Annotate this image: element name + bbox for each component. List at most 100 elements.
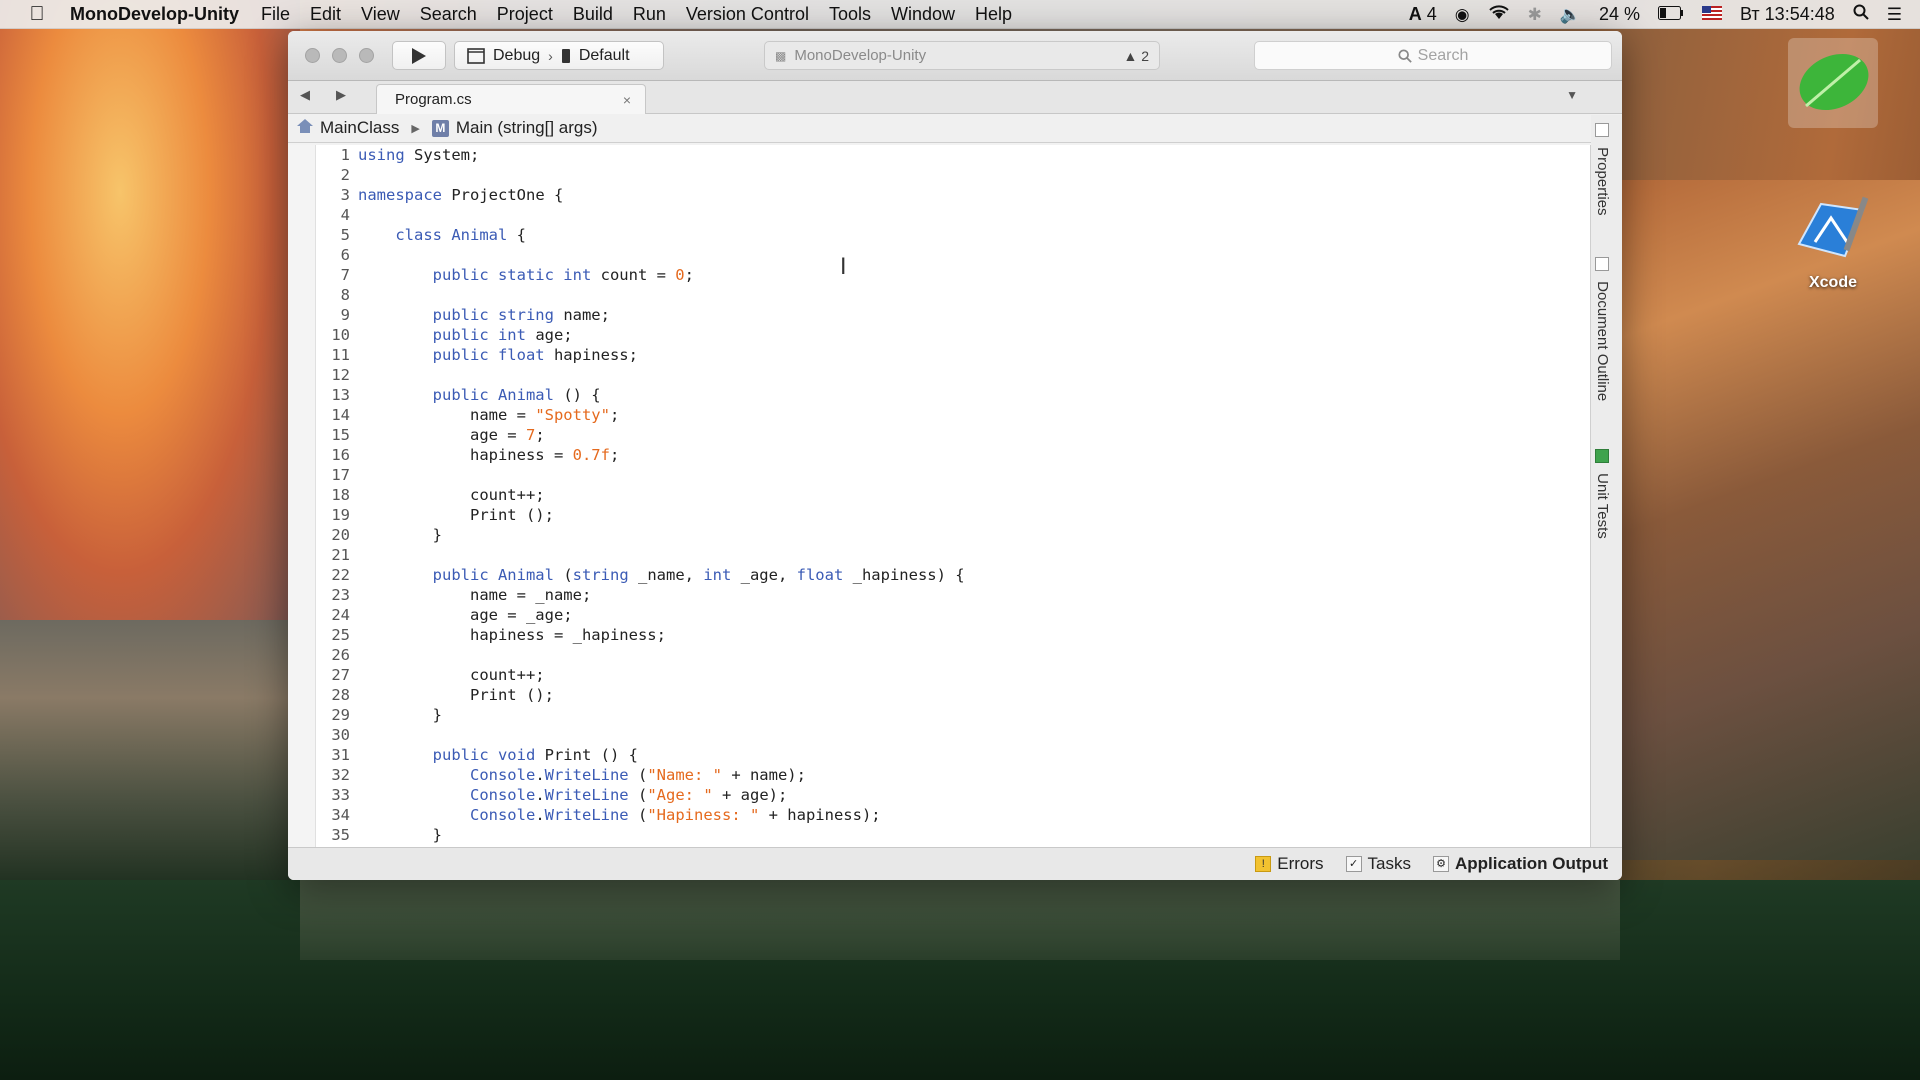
code-editor[interactable]: 1 using System; 2 3 namespace ProjectOne {4 5… bbox=[288, 145, 1591, 847]
menu-project[interactable]: Project bbox=[497, 4, 553, 25]
code-line[interactable]: 8 bbox=[316, 285, 965, 305]
close-icon[interactable]: × bbox=[623, 92, 631, 108]
search-input[interactable]: Search bbox=[1254, 41, 1612, 70]
tab-document-outline[interactable]: Document Outline bbox=[1594, 257, 1611, 401]
tab-program-cs[interactable]: Program.cs × bbox=[376, 84, 646, 114]
breadcrumb-class[interactable]: MainClass bbox=[320, 118, 399, 138]
spotlight-icon[interactable] bbox=[1853, 4, 1869, 25]
code-token: { bbox=[507, 226, 527, 244]
code-line[interactable]: 35 } bbox=[316, 825, 965, 845]
bluetooth-icon[interactable]: ✱ bbox=[1528, 5, 1542, 25]
code-line[interactable]: 15 age = 7; bbox=[316, 425, 965, 445]
menu-build[interactable]: Build bbox=[573, 4, 613, 25]
wifi-icon[interactable] bbox=[1488, 4, 1510, 25]
code-token: _age, bbox=[731, 566, 797, 584]
code-line[interactable]: 11 public float hapiness; bbox=[316, 345, 965, 365]
code-area[interactable]: 1 using System; 2 3 namespace ProjectOne {4 5… bbox=[316, 145, 965, 845]
notification-status[interactable]: A 4 bbox=[1409, 4, 1437, 25]
code-token: public string bbox=[432, 306, 554, 324]
zoom-window-button[interactable] bbox=[359, 48, 374, 63]
code-line[interactable]: 22 public Animal (string _name, int _age… bbox=[316, 565, 964, 585]
code-line[interactable]: 16 hapiness = 0.7f; bbox=[316, 445, 965, 465]
code-line[interactable]: 1 using System; bbox=[316, 145, 965, 165]
menu-view[interactable]: View bbox=[361, 4, 400, 25]
line-number: 26 bbox=[331, 646, 350, 664]
menu-file[interactable]: File bbox=[261, 4, 290, 25]
line-number: 33 bbox=[331, 786, 350, 804]
code-line[interactable]: 14 name = "Spotty"; bbox=[316, 405, 965, 425]
tab-unit-tests[interactable]: Unit Tests bbox=[1594, 449, 1611, 539]
apple-icon[interactable]:  bbox=[26, 3, 48, 25]
menu-app-name[interactable]: MonoDevelop-Unity bbox=[70, 4, 239, 25]
errors-label: Errors bbox=[1277, 854, 1324, 873]
code-line[interactable]: 4 bbox=[316, 205, 965, 225]
code-line[interactable]: 27 count++; bbox=[316, 665, 965, 685]
list-icon[interactable]: ☰ bbox=[1887, 5, 1902, 25]
line-number: 35 bbox=[331, 826, 350, 844]
menu-run[interactable]: Run bbox=[633, 4, 666, 25]
flag-icon[interactable] bbox=[1702, 4, 1723, 25]
code-line[interactable]: 7 public static int count = 0; bbox=[316, 265, 965, 285]
menu-help[interactable]: Help bbox=[975, 4, 1012, 25]
volume-icon[interactable]: 🔈 bbox=[1560, 5, 1581, 25]
line-number: 30 bbox=[331, 726, 350, 744]
code-line[interactable]: 2 bbox=[316, 165, 965, 185]
code-line[interactable]: 17 bbox=[316, 465, 965, 485]
code-line[interactable]: 28 Print (); bbox=[316, 685, 965, 705]
code-line[interactable]: 13 public Animal () { bbox=[316, 385, 965, 405]
side-panel: Properties Document Outline Unit Tests bbox=[1591, 115, 1622, 847]
code-line[interactable]: 21 bbox=[316, 545, 965, 565]
menu-window[interactable]: Window bbox=[891, 4, 955, 25]
code-line[interactable]: 32 Console. WriteLine ("Name: " + name); bbox=[316, 765, 965, 785]
menu-tools[interactable]: Tools bbox=[829, 4, 871, 25]
code-token: namespace bbox=[358, 186, 442, 204]
code-line[interactable]: 12 bbox=[316, 365, 965, 385]
clock[interactable]: Вт 13:54:48 bbox=[1740, 4, 1835, 25]
status-title-box[interactable]: ▩ MonoDevelop-Unity ▲ 2 bbox=[764, 41, 1160, 70]
code-line[interactable]: 24 age = _age; bbox=[316, 605, 965, 625]
desktop-app-icon[interactable] bbox=[1788, 38, 1878, 128]
code-line[interactable]: 33 Console. WriteLine ("Age: " + age); bbox=[316, 785, 965, 805]
tasks-button[interactable]: ✓ Tasks bbox=[1345, 854, 1411, 874]
application-output-button[interactable]: ⚙ Application Output bbox=[1433, 854, 1608, 874]
back-arrow-icon[interactable]: ◀ bbox=[300, 87, 310, 102]
code-line[interactable]: 18 count++; bbox=[316, 485, 965, 505]
code-line[interactable]: 9 public string name; bbox=[316, 305, 965, 325]
code-line[interactable]: 30 bbox=[316, 725, 965, 745]
code-line[interactable]: 26 bbox=[316, 645, 965, 665]
code-line[interactable]: 31 public void Print () { bbox=[316, 745, 965, 765]
forward-arrow-icon[interactable]: ▶ bbox=[336, 87, 346, 102]
code-token: } bbox=[358, 826, 442, 844]
battery-percent[interactable]: 24 % bbox=[1599, 4, 1640, 25]
code-line[interactable]: 6 bbox=[316, 245, 965, 265]
tab-dropdown-icon[interactable]: ▼ bbox=[1566, 88, 1578, 102]
errors-button[interactable]: ! Errors bbox=[1255, 854, 1324, 874]
code-line[interactable]: 20 } bbox=[316, 525, 965, 545]
code-line[interactable]: 34 Console. WriteLine ("Hapiness: " + hap… bbox=[316, 805, 965, 825]
battery-icon[interactable] bbox=[1658, 4, 1684, 25]
code-line[interactable]: 3 namespace ProjectOne { bbox=[316, 185, 965, 205]
code-line[interactable]: 10 public int age; bbox=[316, 325, 965, 345]
code-line[interactable]: 23 name = _name; bbox=[316, 585, 965, 605]
menu-edit[interactable]: Edit bbox=[310, 4, 341, 25]
code-line[interactable]: 5 class Animal { bbox=[316, 225, 965, 245]
configuration-selector[interactable]: Debug › Default bbox=[454, 41, 664, 70]
record-icon[interactable]: ◉ bbox=[1455, 5, 1470, 25]
code-line[interactable]: 19 Print (); bbox=[316, 505, 965, 525]
minimize-window-button[interactable] bbox=[332, 48, 347, 63]
line-number: 5 bbox=[340, 226, 350, 244]
output-label: Application Output bbox=[1455, 854, 1608, 873]
tab-properties[interactable]: Properties bbox=[1594, 123, 1611, 216]
code-line[interactable]: 25 hapiness = _hapiness; bbox=[316, 625, 965, 645]
breadcrumb-method[interactable]: Main (string[] args) bbox=[456, 118, 598, 138]
menu-version-control[interactable]: Version Control bbox=[686, 4, 809, 25]
code-line[interactable]: 29 } bbox=[316, 705, 965, 725]
code-token: Print (); bbox=[358, 686, 554, 704]
code-token: System; bbox=[404, 146, 480, 164]
close-window-button[interactable] bbox=[305, 48, 320, 63]
desktop-xcode[interactable]: Xcode bbox=[1788, 194, 1878, 292]
menu-search[interactable]: Search bbox=[420, 4, 477, 25]
warning-indicator[interactable]: ▲ 2 bbox=[1123, 48, 1149, 64]
run-button[interactable] bbox=[392, 41, 446, 70]
